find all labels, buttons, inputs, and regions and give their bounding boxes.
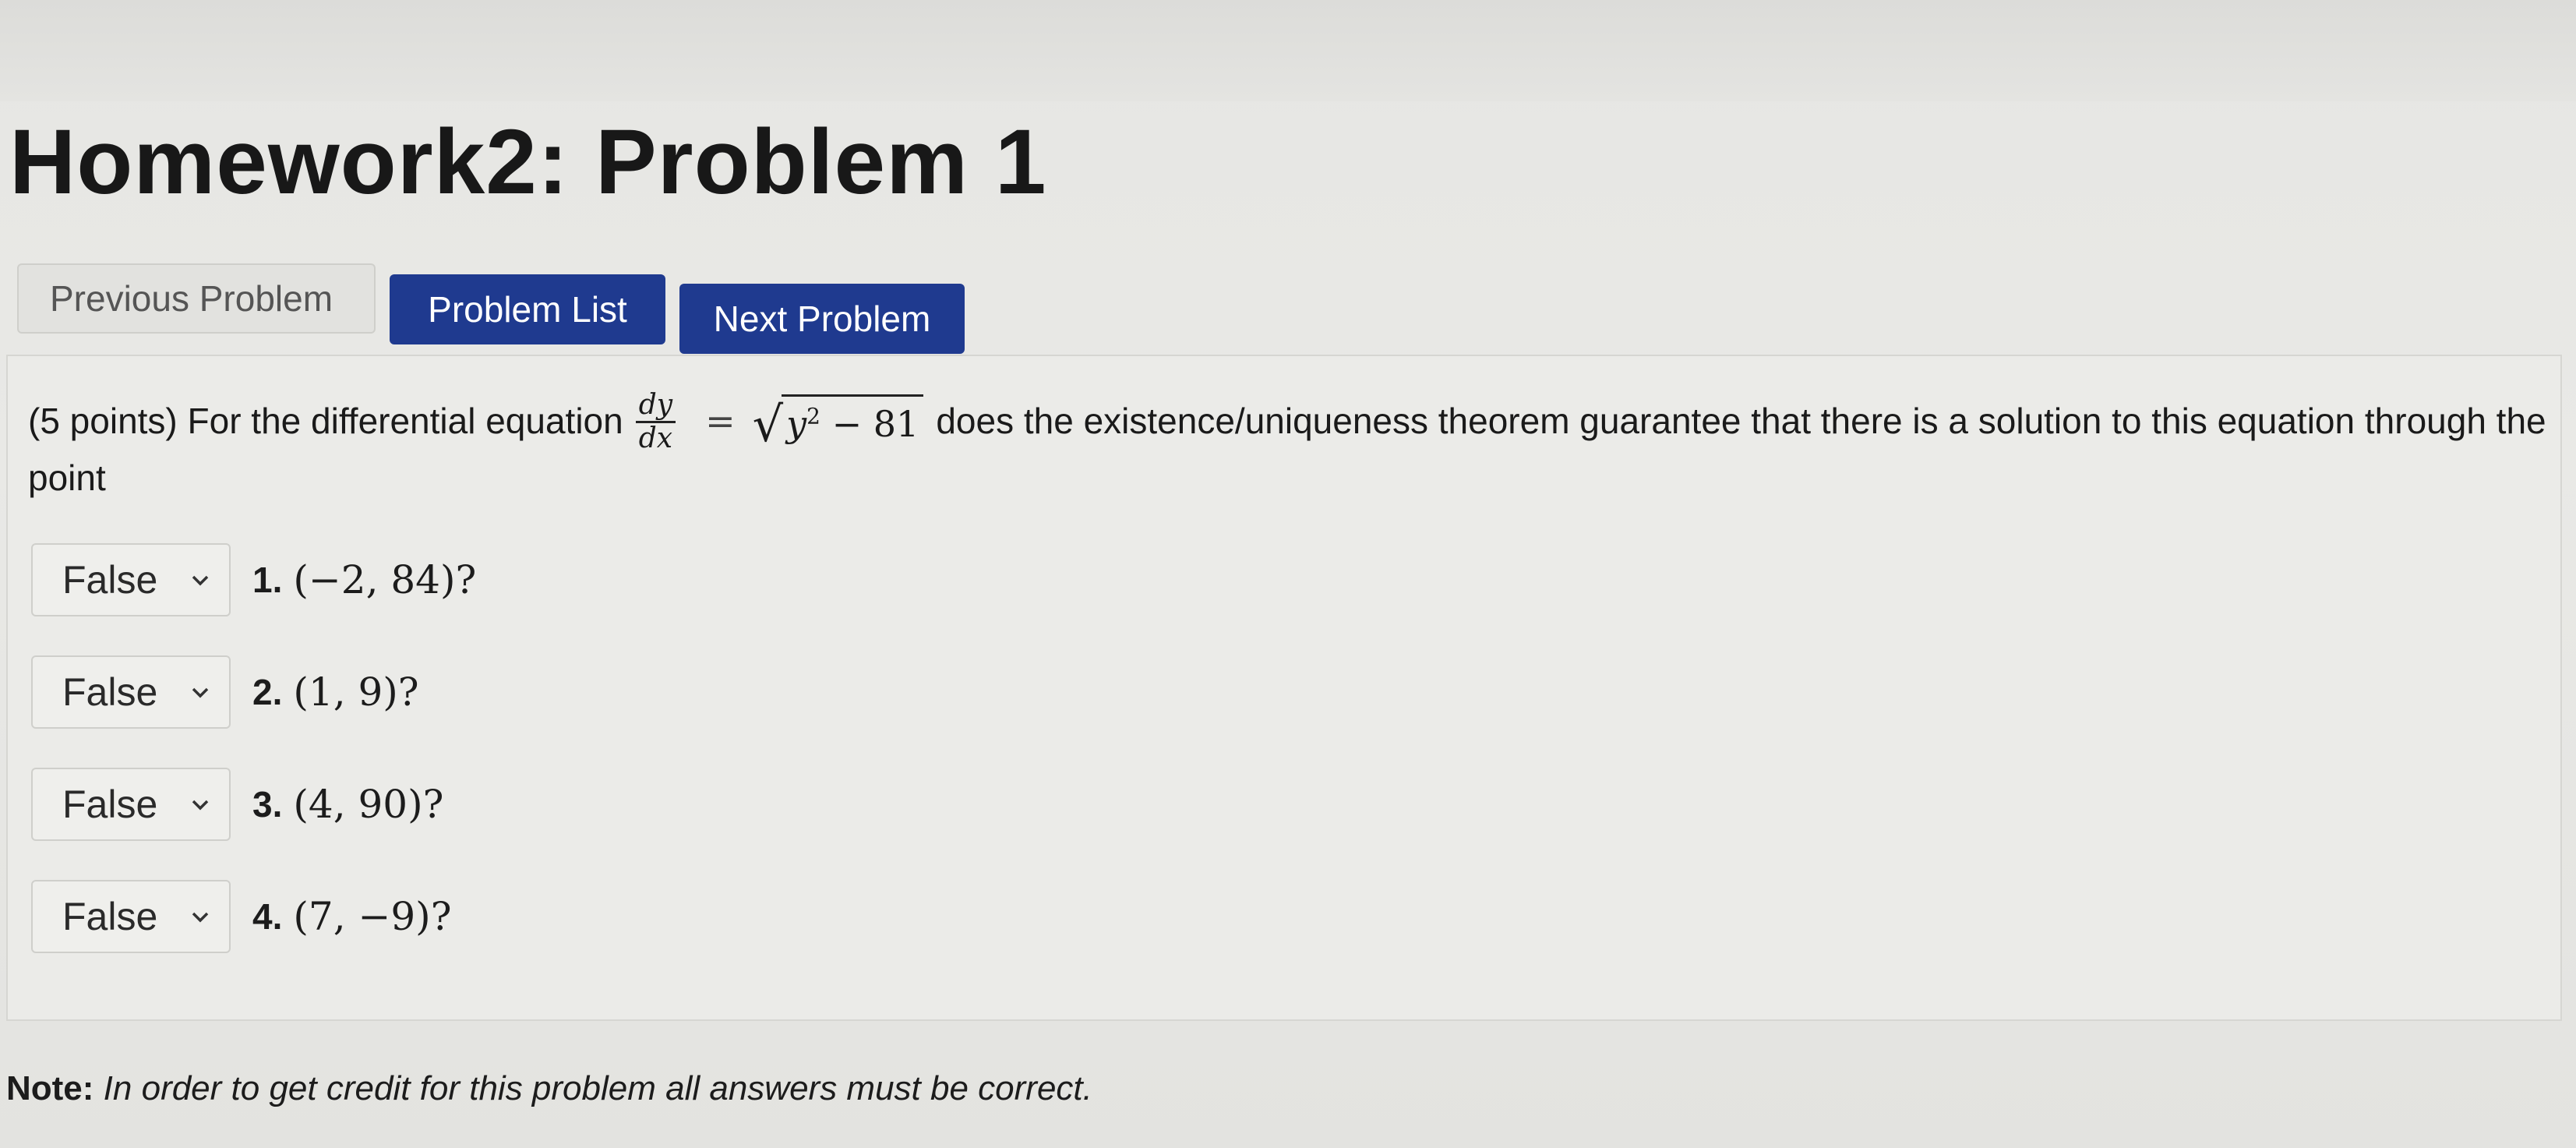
chevron-down-icon [190,906,210,927]
fraction-numerator: dy [635,390,676,423]
radicand-constant: − 81 [820,402,919,445]
answer-select-3[interactable]: False [31,768,231,841]
item-point: (−2, 84)? [293,557,477,602]
list-item: False 4. (7, −9)? [31,878,476,955]
item-number: 3. [252,784,283,825]
select-value: False [62,558,158,602]
list-item: False 1. (−2, 84)? [31,542,476,618]
radicand-variable: y [786,402,807,445]
top-band [0,0,2576,101]
equals-sign: = [705,400,736,443]
previous-problem-button[interactable]: Previous Problem [17,263,376,334]
question-text: (5 points) For the differential equation… [28,390,2546,503]
select-value: False [62,782,158,826]
answer-select-4[interactable]: False [31,880,231,953]
answer-select-1[interactable]: False [31,543,231,616]
radicand-exponent: 2 [806,403,820,429]
page-title: Homework2: Problem 1 [9,111,1047,214]
item-label: 1. (−2, 84)? [252,557,476,602]
answer-select-2[interactable]: False [31,655,231,729]
list-item: False 2. (1, 9)? [31,654,476,730]
item-label: 3. (4, 90)? [252,782,443,827]
item-number: 4. [252,896,283,937]
derivative-fraction: dy dx [635,390,676,454]
credit-note: Note: In order to get credit for this pr… [6,1069,1092,1108]
item-point: (4, 90)? [293,782,444,827]
question-prefix: (5 points) For the differential equation [28,401,623,442]
fraction-denominator: dx [638,422,673,454]
note-text: In order to get credit for this problem … [103,1069,1092,1107]
item-label: 4. (7, −9)? [252,894,452,939]
item-point: (1, 9)? [293,669,419,715]
list-item: False 3. (4, 90)? [31,766,476,842]
chevron-down-icon [190,570,210,590]
next-problem-button[interactable]: Next Problem [679,284,965,354]
question-suffix: does the existence/uniqueness theorem gu… [936,401,2546,442]
item-number: 2. [252,672,283,712]
select-value: False [62,895,158,938]
square-root-expression: √ y2 − 81 [753,394,924,449]
problem-list-button[interactable]: Problem List [390,274,665,344]
radical-icon: √ [752,396,784,454]
item-number: 1. [252,560,283,600]
note-label: Note: [6,1069,94,1107]
answer-list: False 1. (−2, 84)? False 2. (1, 9)? Fals… [31,542,476,991]
select-value: False [62,670,158,714]
radicand: y2 − 81 [782,394,924,449]
problem-navigation: Previous Problem Problem List Next Probl… [17,263,965,354]
question-line-2: point [28,457,106,499]
chevron-down-icon [190,682,210,702]
item-label: 2. (1, 9)? [252,669,419,715]
item-point: (7, −9)? [293,894,452,939]
chevron-down-icon [190,794,210,814]
